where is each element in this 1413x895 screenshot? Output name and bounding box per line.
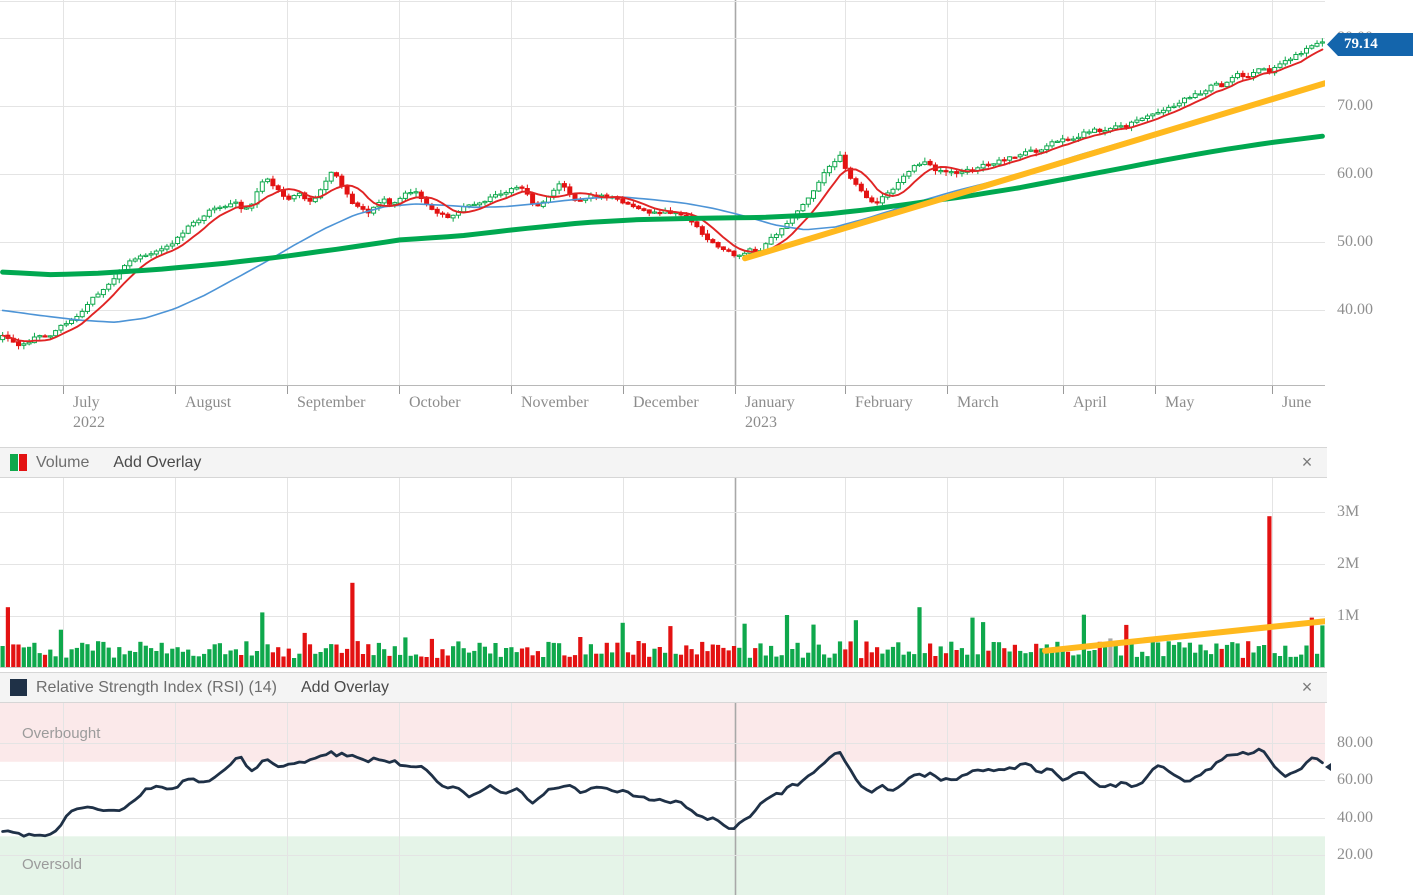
price-axis-label: 50.00: [1337, 233, 1373, 251]
rsi-legend-icon[interactable]: [10, 679, 27, 696]
volume-axis[interactable]: 3M 2M 1M: [1325, 478, 1413, 668]
rsi-close-icon[interactable]: ×: [1296, 676, 1318, 698]
month-tick-mark: [735, 386, 736, 394]
volume-down-color: [18, 454, 27, 471]
month-label: January: [745, 393, 795, 412]
volume-panel-header: Volume Add Overlay ×: [0, 447, 1327, 478]
price-axis-label: 70.00: [1337, 97, 1373, 115]
time-axis[interactable]: July2022 August September October November De…: [0, 386, 1325, 446]
gridlines: [0, 0, 1325, 385]
overbought-label: Overbought: [22, 725, 100, 742]
last-price-badge: 79.14: [1327, 33, 1413, 56]
rsi-line: [3, 749, 1323, 836]
month-label: June: [1282, 393, 1311, 412]
month-tick-mark: [623, 386, 624, 394]
month-tick-mark: [1155, 386, 1156, 394]
month-tick-mark: [1272, 386, 1273, 394]
rsi-axis-label: 60.00: [1337, 771, 1373, 789]
price-trendline-orange: [745, 83, 1325, 258]
month-label: November: [521, 393, 589, 412]
month-label: March: [957, 393, 999, 412]
volume-add-overlay-link[interactable]: Add Overlay: [113, 454, 201, 472]
oversold-band: [0, 836, 1325, 895]
month-tick-mark: [175, 386, 176, 394]
volume-legend-icon[interactable]: [10, 454, 27, 471]
rsi-axis[interactable]: 80.00 60.00 40.00 20.00: [1325, 703, 1413, 895]
stock-chart-app: 80.00 70.00 60.00 50.00 40.00 79.14 July2022…: [0, 0, 1413, 895]
volume-axis-label: 2M: [1337, 555, 1359, 573]
candles: [1, 38, 1325, 349]
month-tick-mark: [1063, 386, 1064, 394]
volume-title[interactable]: Volume: [36, 454, 89, 472]
oversold-label: Oversold: [22, 856, 82, 873]
volume-up-color: [10, 454, 18, 471]
month-label: February: [855, 393, 913, 412]
overbought-band: [0, 703, 1325, 762]
month-label: April: [1073, 393, 1107, 412]
rsi-last-value-marker: [1325, 763, 1331, 771]
rsi-axis-label: 40.00: [1337, 809, 1373, 827]
month-label: September: [297, 393, 365, 412]
month-tick-mark: [399, 386, 400, 394]
volume-plot[interactable]: [0, 478, 1325, 668]
month-tick-mark: [845, 386, 846, 394]
rsi-add-overlay-link[interactable]: Add Overlay: [301, 679, 389, 697]
rsi-plot[interactable]: [0, 703, 1325, 895]
ma-200-green-line: [3, 136, 1323, 274]
rsi-axis-label: 20.00: [1337, 846, 1373, 864]
ma-slow-blue-line: [3, 84, 1323, 323]
price-axis[interactable]: 80.0070.0060.0050.0040.00: [1325, 0, 1413, 385]
volume-axis-label: 3M: [1337, 503, 1359, 521]
volume-trendline-orange: [1045, 621, 1325, 651]
price-axis-label: 60.00: [1337, 165, 1373, 183]
month-label: December: [633, 393, 699, 412]
month-tick-mark: [63, 386, 64, 394]
price-axis-label: 40.00: [1337, 301, 1373, 319]
rsi-title[interactable]: Relative Strength Index (RSI) (14): [36, 679, 277, 697]
year-label: 2022: [73, 413, 105, 432]
month-label: July: [73, 393, 100, 412]
price-plot[interactable]: [0, 0, 1325, 385]
year-label: 2023: [745, 413, 777, 432]
volume-axis-label: 1M: [1337, 607, 1359, 625]
month-tick-mark: [287, 386, 288, 394]
month-label: May: [1165, 393, 1194, 412]
volume-close-icon[interactable]: ×: [1296, 451, 1318, 473]
month-label: October: [409, 393, 461, 412]
month-tick-mark: [947, 386, 948, 394]
month-tick-mark: [511, 386, 512, 394]
month-label: August: [185, 393, 231, 412]
rsi-axis-label: 80.00: [1337, 734, 1373, 752]
rsi-panel-header: Relative Strength Index (RSI) (14) Add O…: [0, 672, 1327, 703]
